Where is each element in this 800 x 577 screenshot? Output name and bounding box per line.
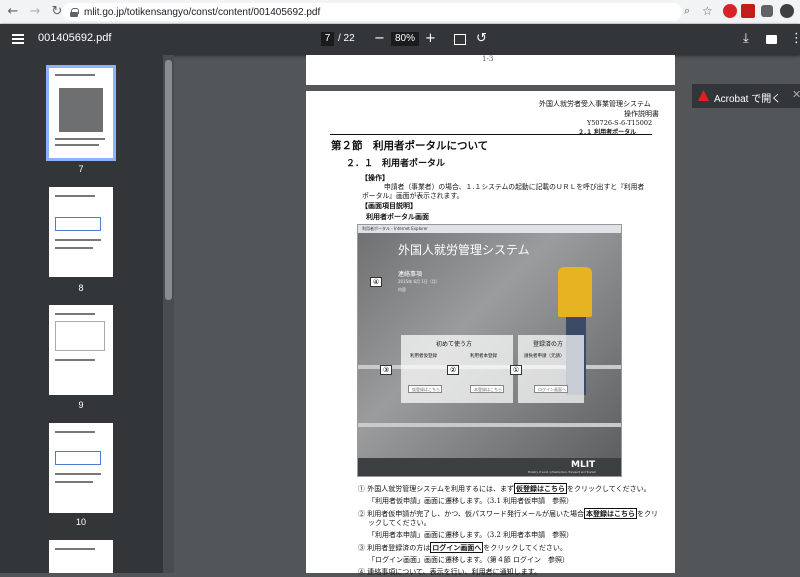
page-total: / 22 [338, 33, 355, 44]
list-item-sub: ックしてください。 [368, 519, 431, 527]
first-time-label: 初めて使う方 [436, 341, 473, 348]
acrobat-extension-icon[interactable] [741, 4, 755, 18]
thumbnail-page-8[interactable] [49, 187, 113, 277]
portal-footer: MLIT Ministry of Land, Infrastructure, T… [358, 458, 621, 476]
zoom-in-icon[interactable]: + [425, 31, 436, 47]
extensions-puzzle-icon[interactable] [761, 5, 773, 17]
list-item: ① 外国人就労管理システムを利用するには、まず 仮登録はこちら をクリックしてくださ… [358, 483, 651, 494]
acrobat-icon [698, 90, 709, 101]
full-register-button[interactable]: 本登録はこちら [470, 385, 504, 393]
browser-toolbar: ← → ↻ mlit.go.jp/totikensangyo/const/con… [0, 0, 800, 24]
login-button[interactable]: ログイン画面へ [534, 385, 568, 393]
list-item-sub: 「ログイン画面」画面に遷移します。（第４節 ログイン 参照） [368, 556, 570, 564]
zoom-out-icon[interactable]: − [374, 31, 385, 47]
thumbnail-page-9[interactable] [49, 305, 113, 395]
notice-body: 内容 [398, 287, 406, 292]
callout-2: ② [447, 365, 459, 375]
temp-register-label: 利用者仮登録 [410, 354, 437, 359]
callout-3: ③ [380, 365, 392, 375]
print-icon[interactable] [766, 35, 777, 44]
scaffold-bar [358, 423, 621, 427]
lock-icon [70, 7, 79, 17]
menu-icon[interactable] [12, 34, 24, 44]
fit-page-icon[interactable] [454, 34, 466, 45]
registered-label: 登録済の方 [533, 341, 564, 348]
login-button-label: ログイン画面へ [538, 387, 566, 392]
more-options-icon[interactable]: ⋮ [790, 31, 800, 47]
footer-brand: MLIT [571, 460, 596, 470]
sidebar-scrollbar-thumb[interactable] [165, 60, 172, 300]
screen-name: 利用者ポータル画面 [366, 212, 429, 221]
profile-avatar-icon[interactable] [780, 4, 794, 18]
callout-1: ① [510, 365, 522, 375]
page-footer-number: 1-3 [482, 55, 494, 63]
close-icon[interactable]: ✕ [792, 88, 800, 101]
open-in-acrobat-button[interactable]: Acrobat で開く [692, 84, 800, 108]
thumbnail-page-7[interactable] [46, 65, 116, 161]
system-title: 外国人就労管理システム [398, 243, 530, 257]
doc-header: Y50726-S-6-T15002 [587, 119, 653, 127]
extension-red-icon[interactable] [723, 4, 737, 18]
notice-date: 2015年 6月 1日（月） [398, 279, 440, 284]
rotate-icon[interactable]: ↺ [476, 31, 487, 47]
full-register-label: 利用者本登録 [470, 354, 497, 359]
subsection-title: ２．１ 利用者ポータル [346, 159, 446, 169]
previous-page: 1-3 [306, 55, 675, 85]
back-icon[interactable]: ← [4, 3, 22, 21]
forward-icon[interactable]: → [26, 3, 44, 21]
doc-header: 操作説明書 [624, 110, 659, 118]
portal-screenshot: 利用者ポータル - Internet Explorer 外国人就労管理システム … [357, 224, 622, 477]
screen-label: 【画面項目説明】 [361, 201, 417, 210]
op-text: ポータル』画面が表示されます。 [362, 192, 464, 200]
page-number-input[interactable]: 7 [321, 32, 334, 46]
full-register-button-label: 本登録はこちら [474, 387, 502, 392]
star-icon[interactable]: ☆ [702, 4, 716, 18]
doc-header: 外国人就労者受入事業管理システム [539, 100, 651, 108]
open-in-acrobat-label: Acrobat で開く [714, 94, 782, 105]
temp-register-button[interactable]: 仮登録はこちら [408, 385, 442, 393]
footer-sub: Ministry of Land, Infrastructure, Transp… [528, 471, 597, 474]
zoom-level-input[interactable]: 80% [391, 32, 419, 46]
zoom-icon[interactable]: ⌕ [684, 4, 698, 18]
list-item: ③ 利用者登録済の方は ログイン画面へ をクリックしてください。 [358, 542, 567, 553]
temp-register-button-label: 仮登録はこちら [412, 387, 440, 392]
download-icon[interactable]: ⤓ [743, 31, 749, 47]
worker-figure [558, 267, 592, 317]
list-item: ④ 連絡事項について、表示を行い、利用者に通知します。 [358, 568, 541, 576]
contractor-login-label: 請負者申請（元請） [524, 354, 565, 359]
thumbnail-label: 10 [75, 517, 86, 527]
pdf-filename: 001405692.pdf [38, 32, 112, 44]
header-rule [330, 134, 652, 135]
thumbnail-page-10[interactable] [49, 423, 113, 513]
ie-window-title: 利用者ポータル - Internet Explorer [362, 226, 428, 231]
notice-title: 連絡事項 [398, 271, 423, 278]
address-bar[interactable]: mlit.go.jp/totikensangyo/const/content/0… [62, 3, 682, 21]
callout-4: ④ [370, 277, 382, 287]
thumbnail-label: 9 [78, 400, 84, 410]
pdf-toolbar: 001405692.pdf 7 / 22 − 80% + ↺ ⤓ ⋮ [0, 24, 800, 55]
thumbnail-label: 8 [78, 283, 84, 293]
ie-titlebar: 利用者ポータル - Internet Explorer [358, 225, 621, 233]
thumbnail-label: 7 [78, 164, 84, 174]
list-item-sub: 「利用者本申請」画面に遷移します。（3.2 利用者本申請 参照） [368, 531, 574, 539]
list-item-sub: 「利用者仮申請」画面に遷移します。（3.1 利用者仮申請 参照） [368, 497, 574, 505]
thumbnail-page-11[interactable] [49, 540, 113, 573]
section-title: 第２節 利用者ポータルについて [331, 140, 489, 152]
url-text: mlit.go.jp/totikensangyo/const/content/0… [84, 6, 321, 18]
